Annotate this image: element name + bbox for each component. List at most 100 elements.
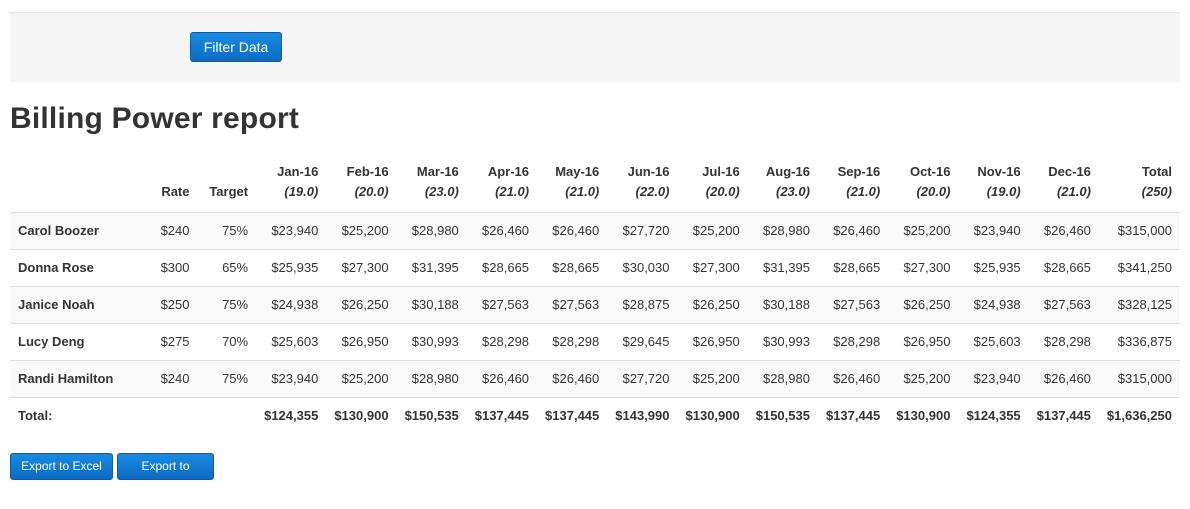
total-cell: $315,000 [1098, 211, 1180, 249]
header-month-days: (22.0) [635, 183, 670, 199]
grand-total-cell: $1,636,250 [1098, 396, 1180, 434]
totals-month-cell: $130,900 [326, 396, 397, 434]
export-pdf-button[interactable]: Export to PDF [117, 453, 214, 498]
target-cell: 70% [197, 322, 257, 360]
target-cell: 75% [197, 359, 257, 397]
header-month-label: Feb-16 [346, 163, 389, 179]
month-cell: $27,563 [1028, 285, 1099, 323]
month-cell: $23,940 [256, 359, 327, 397]
header-month-label: Oct-16 [909, 163, 951, 179]
total-cell: $315,000 [1098, 359, 1180, 397]
header-month-days: (19.0) [284, 183, 319, 199]
header-month: May-16 (21.0) [537, 158, 608, 213]
month-cell: $30,993 [396, 322, 467, 360]
employee-name: Carol Boozer [10, 211, 151, 249]
month-cell: $30,030 [607, 248, 678, 286]
month-cell: $26,460 [817, 211, 889, 249]
month-cell: $26,460 [817, 359, 889, 397]
month-cell: $27,300 [326, 248, 397, 286]
month-cell: $23,940 [256, 211, 327, 249]
month-cell: $27,720 [607, 211, 678, 249]
total-cell: $328,125 [1098, 285, 1180, 323]
header-month-label: Apr-16 [487, 163, 530, 179]
month-cell: $26,460 [466, 211, 538, 249]
month-cell: $26,460 [537, 359, 608, 397]
header-month-days: (20.0) [916, 183, 951, 199]
target-cell: 65% [197, 248, 257, 286]
month-cell: $30,188 [396, 285, 467, 323]
header-month-days: (21.0) [1056, 183, 1091, 199]
table-row: Donna Rose $300 65% $25,935 $27,300 $31,395 $2… [10, 248, 1180, 286]
export-excel-button[interactable]: Export to Excel [10, 453, 113, 480]
month-cell: $26,250 [677, 285, 748, 323]
table-row: Randi Hamilton $240 75% $23,940 $25,200 $28,9… [10, 359, 1180, 397]
header-month-days: (21.0) [565, 183, 600, 199]
month-cell: $26,950 [326, 322, 397, 360]
table-row: Lucy Deng $275 70% $25,603 $26,950 $30,993 $28… [10, 322, 1180, 360]
totals-month-cell: $124,355 [958, 396, 1029, 434]
header-month: Feb-16 (20.0) [326, 158, 397, 213]
employee-name: Donna Rose [10, 248, 151, 286]
month-cell: $28,298 [817, 322, 889, 360]
rate-cell: $300 [150, 248, 198, 286]
totals-month-cell: $137,445 [537, 396, 608, 434]
month-cell: $25,200 [677, 211, 748, 249]
month-cell: $25,200 [326, 359, 397, 397]
month-cell: $26,250 [326, 285, 397, 323]
month-cell: $28,665 [466, 248, 538, 286]
header-month-label: Jul-16 [702, 163, 740, 179]
month-cell: $27,563 [537, 285, 608, 323]
header-month: Mar-16 (23.0) [396, 158, 467, 213]
target-cell: 75% [197, 211, 257, 249]
total-cell: $341,250 [1098, 248, 1180, 286]
header-month: Jun-16 (22.0) [607, 158, 678, 213]
filter-data-button[interactable]: Filter Data [190, 32, 282, 62]
month-cell: $29,645 [607, 322, 678, 360]
month-cell: $27,563 [466, 285, 538, 323]
month-cell: $25,603 [958, 322, 1029, 360]
month-cell: $30,993 [747, 322, 818, 360]
month-cell: $26,460 [537, 211, 608, 249]
total-cell: $336,875 [1098, 322, 1180, 360]
header-month-label: Dec-16 [1048, 163, 1091, 179]
month-cell: $28,980 [747, 359, 818, 397]
header-month-label: Mar-16 [416, 163, 459, 179]
month-cell: $23,940 [958, 211, 1029, 249]
header-total: Total (250) [1098, 158, 1180, 213]
table-row: Carol Boozer $240 75% $23,940 $25,200 $28,980… [10, 211, 1180, 249]
totals-label: Total: [10, 396, 151, 434]
month-cell: $30,188 [747, 285, 818, 323]
month-cell: $26,250 [888, 285, 959, 323]
employee-name: Janice Noah [10, 285, 151, 323]
header-month-label: Jan-16 [277, 163, 319, 179]
header-month-label: May-16 [555, 163, 600, 179]
month-cell: $25,603 [256, 322, 327, 360]
filter-bar: Filter Data [10, 12, 1180, 82]
header-month-days: (23.0) [776, 183, 810, 199]
header-month-days: (23.0) [424, 183, 459, 199]
totals-month-cell: $137,445 [466, 396, 538, 434]
month-cell: $28,980 [747, 211, 818, 249]
totals-month-cell: $124,355 [256, 396, 327, 434]
month-cell: $25,200 [888, 359, 959, 397]
rate-cell: $250 [150, 285, 198, 323]
month-cell: $26,460 [1028, 211, 1099, 249]
rate-cell: $275 [150, 322, 198, 360]
month-cell: $27,300 [677, 248, 748, 286]
month-cell: $26,460 [466, 359, 538, 397]
totals-month-cell: $130,900 [888, 396, 959, 434]
header-month-days: (21.0) [495, 183, 530, 199]
header-total-days: (250) [1141, 183, 1172, 199]
header-month: Jul-16 (20.0) [677, 158, 748, 213]
rate-cell: $240 [150, 359, 198, 397]
month-cell: $28,665 [537, 248, 608, 286]
month-cell: $24,938 [958, 285, 1029, 323]
totals-month-cell: $130,900 [677, 396, 748, 434]
month-cell: $28,875 [607, 285, 678, 323]
header-month: Apr-16 (21.0) [466, 158, 538, 213]
header-month-days: (20.0) [354, 183, 389, 199]
month-cell: $28,980 [396, 359, 467, 397]
month-cell: $26,950 [888, 322, 959, 360]
billing-report-table: Rate Target Jan-16 (19.0) Feb-16 (20.0) Mar-… [10, 158, 1180, 434]
header-month-label: Jun-16 [627, 163, 670, 179]
